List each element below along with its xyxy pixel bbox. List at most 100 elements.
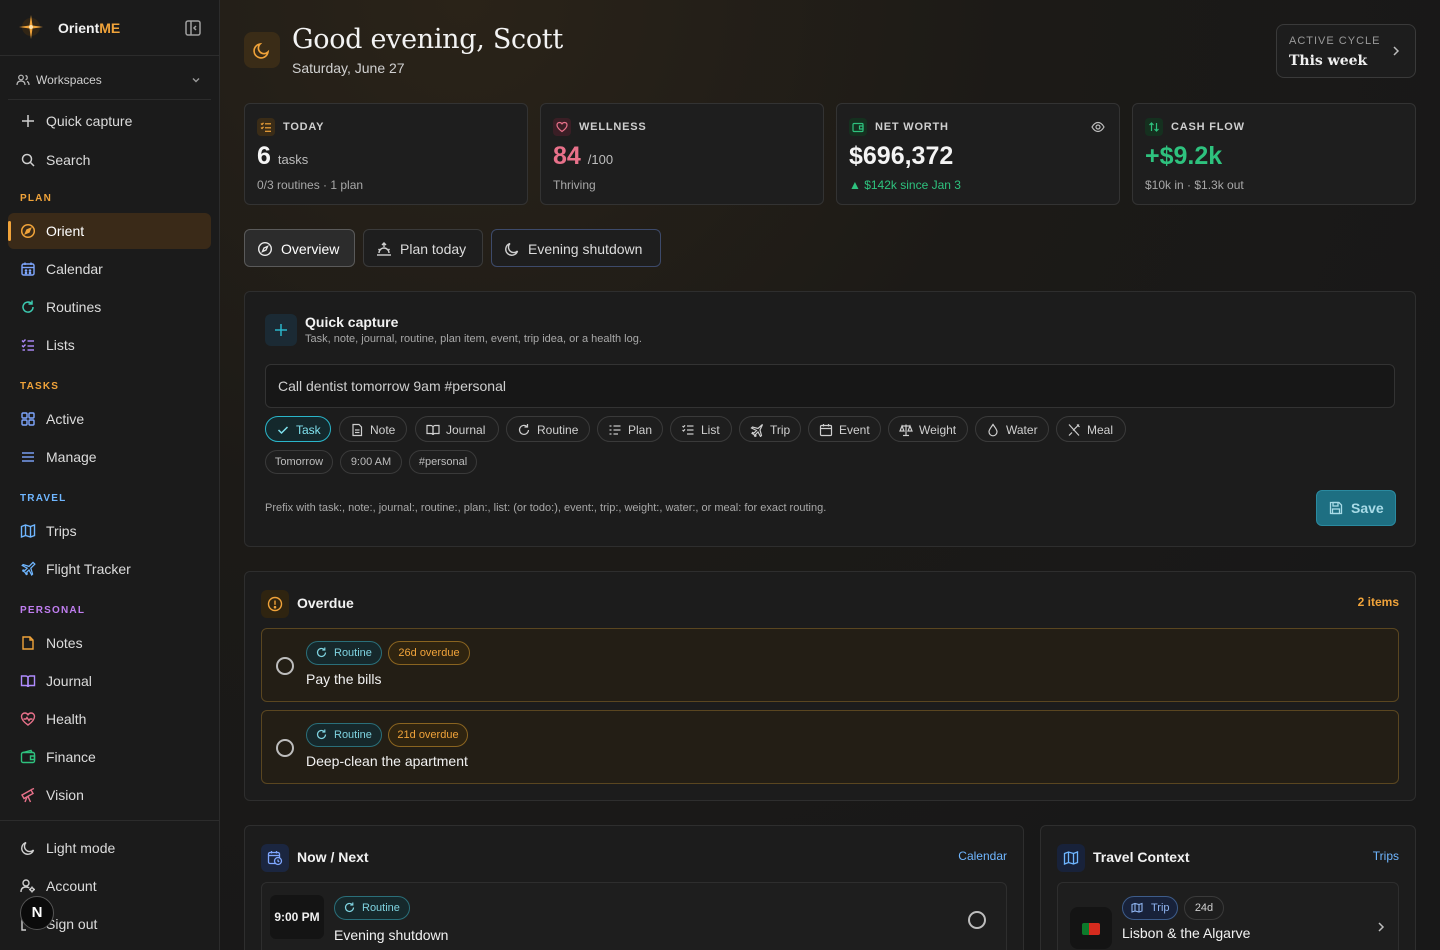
sidebar-item-routines[interactable]: Routines bbox=[8, 289, 211, 325]
trip-item[interactable]: Trip 24d Lisbon & the Algarve bbox=[1057, 882, 1399, 950]
type-chip-note[interactable]: Note bbox=[339, 416, 407, 442]
complete-checkbox[interactable] bbox=[276, 657, 294, 675]
item-title: Pay the bills bbox=[306, 671, 382, 687]
sidebar-item-label: Light mode bbox=[46, 840, 116, 856]
complete-checkbox[interactable] bbox=[968, 911, 986, 929]
active-cycle-button[interactable]: ACTIVE CYCLE This week bbox=[1276, 24, 1416, 78]
eye-icon[interactable] bbox=[1091, 120, 1105, 134]
workspaces-label: Workspaces bbox=[36, 73, 102, 87]
sidebar-item-health[interactable]: Health bbox=[8, 701, 211, 737]
type-chip-task[interactable]: Task bbox=[265, 416, 331, 442]
note-icon bbox=[22, 636, 34, 650]
scale-icon bbox=[899, 424, 913, 437]
chevron-right-icon bbox=[1378, 922, 1385, 932]
plane-icon bbox=[21, 561, 36, 576]
stat-card-wellness[interactable]: WELLNESS 84 /100 Thriving bbox=[540, 103, 824, 205]
sidebar-item-calendar[interactable]: Calendar bbox=[8, 251, 211, 287]
overdue-count: 2 items bbox=[1357, 595, 1399, 609]
map-icon bbox=[20, 523, 36, 539]
sidebar-item-finance[interactable]: Finance bbox=[8, 739, 211, 775]
parsed-tag-date[interactable]: Tomorrow bbox=[265, 450, 333, 474]
avatar-badge[interactable]: N bbox=[20, 896, 54, 930]
compass-icon bbox=[20, 223, 36, 239]
refresh-icon bbox=[22, 300, 34, 313]
section-tasks: TASKS bbox=[20, 381, 60, 392]
type-pill: Trip bbox=[1122, 896, 1178, 920]
type-chip-journal[interactable]: Journal bbox=[415, 416, 499, 442]
sidebar-item-active[interactable]: Active bbox=[8, 401, 211, 437]
sidebar-item-label: Lists bbox=[46, 337, 75, 353]
days-badge: 24d bbox=[1184, 896, 1224, 920]
parsed-tag-label[interactable]: #personal bbox=[409, 450, 477, 474]
save-icon bbox=[1329, 501, 1343, 515]
sidebar-item-notes[interactable]: Notes bbox=[8, 625, 211, 661]
trips-link[interactable]: Trips bbox=[1373, 849, 1399, 863]
type-pill: Routine bbox=[306, 723, 382, 747]
sunrise-icon bbox=[377, 242, 391, 256]
sidebar-item-trips[interactable]: Trips bbox=[8, 513, 211, 549]
chip-label: Routine bbox=[537, 423, 579, 437]
tab-label: Evening shutdown bbox=[528, 241, 643, 257]
sidebar-item-vision[interactable]: Vision bbox=[8, 777, 211, 813]
quick-capture-input[interactable] bbox=[265, 364, 1395, 408]
type-chip-meal[interactable]: Meal bbox=[1056, 416, 1126, 442]
sidebar-item-orient[interactable]: Orient bbox=[8, 213, 211, 249]
heart-icon bbox=[553, 118, 571, 136]
tab-label: Overview bbox=[281, 241, 340, 257]
type-chip-event[interactable]: Event bbox=[808, 416, 881, 442]
sidebar-item-label: Vision bbox=[46, 787, 84, 803]
calendar-link[interactable]: Calendar bbox=[958, 849, 1007, 863]
stat-label: NET WORTH bbox=[875, 121, 949, 133]
chip-label: Journal bbox=[446, 423, 486, 437]
type-chip-routine[interactable]: Routine bbox=[506, 416, 590, 442]
brand-name[interactable]: OrientME bbox=[58, 20, 120, 36]
type-chip-trip[interactable]: Trip bbox=[739, 416, 801, 442]
grid-icon bbox=[21, 412, 35, 426]
sidebar-collapse-icon[interactable] bbox=[184, 19, 202, 37]
overdue-item[interactable]: Routine 26d overdue Pay the bills bbox=[261, 628, 1399, 702]
sidebar-item-lists[interactable]: Lists bbox=[8, 327, 211, 363]
stat-card-net-worth[interactable]: NET WORTH $696,372 ▲ $142k since Jan 3 bbox=[836, 103, 1120, 205]
main-content: Good evening, Scott Saturday, June 27 AC… bbox=[220, 0, 1440, 950]
type-chip-plan[interactable]: Plan bbox=[597, 416, 663, 442]
schedule-item[interactable]: 9:00 PM Routine Evening shutdown bbox=[261, 882, 1007, 950]
tab-evening-shutdown[interactable]: Evening shutdown bbox=[491, 229, 661, 267]
workspaces-dropdown[interactable]: Workspaces bbox=[8, 64, 211, 100]
tab-overview[interactable]: Overview bbox=[244, 229, 355, 267]
type-chip-weight[interactable]: Weight bbox=[888, 416, 968, 442]
section-plan: PLAN bbox=[20, 193, 53, 204]
overdue-item[interactable]: Routine 21d overdue Deep-clean the apart… bbox=[261, 710, 1399, 784]
stat-label: CASH FLOW bbox=[1171, 121, 1245, 133]
parsed-tag-time[interactable]: 9:00 AM bbox=[340, 450, 402, 474]
stat-card-today[interactable]: TODAY 6 tasks 0/3 routines · 1 plan bbox=[244, 103, 528, 205]
plus-icon bbox=[22, 115, 34, 127]
complete-checkbox[interactable] bbox=[276, 739, 294, 757]
sidebar-item-search[interactable]: Search bbox=[8, 142, 211, 178]
type-chip-list[interactable]: List bbox=[670, 416, 732, 442]
refresh-icon bbox=[518, 424, 530, 435]
sidebar-item-flight-tracker[interactable]: Flight Tracker bbox=[8, 551, 211, 587]
save-button[interactable]: Save bbox=[1316, 490, 1396, 526]
type-chip-water[interactable]: Water bbox=[975, 416, 1049, 442]
evening-badge bbox=[244, 32, 280, 68]
sidebar-item-manage[interactable]: Manage bbox=[8, 439, 211, 475]
stat-sub: Thriving bbox=[553, 178, 596, 192]
logo-star-icon bbox=[19, 15, 43, 39]
overdue-title: Overdue bbox=[297, 595, 354, 611]
plus-icon bbox=[265, 314, 297, 346]
light-mode-toggle[interactable]: Light mode bbox=[8, 830, 211, 866]
now-next-panel: Now / Next Calendar 9:00 PM Routine Even… bbox=[244, 825, 1024, 950]
arrows-updown-icon bbox=[1145, 118, 1163, 136]
check-icon bbox=[277, 426, 289, 435]
overdue-panel: Overdue 2 items Routine 26d overdue Pay … bbox=[244, 571, 1416, 801]
sidebar-item-quick-capture[interactable]: Quick capture bbox=[8, 103, 211, 139]
users-icon bbox=[16, 74, 30, 86]
alert-icon bbox=[261, 590, 289, 618]
sidebar-item-journal[interactable]: Journal bbox=[8, 663, 211, 699]
item-title: Evening shutdown bbox=[334, 927, 449, 943]
chip-label: Trip bbox=[770, 423, 791, 437]
quick-capture-panel: Quick capture Task, note, journal, routi… bbox=[244, 291, 1416, 547]
tab-plan-today[interactable]: Plan today bbox=[363, 229, 483, 267]
sidebar-item-label: Quick capture bbox=[46, 113, 133, 129]
stat-card-cash-flow[interactable]: CASH FLOW +$9.2k $10k in · $1.3k out bbox=[1132, 103, 1416, 205]
